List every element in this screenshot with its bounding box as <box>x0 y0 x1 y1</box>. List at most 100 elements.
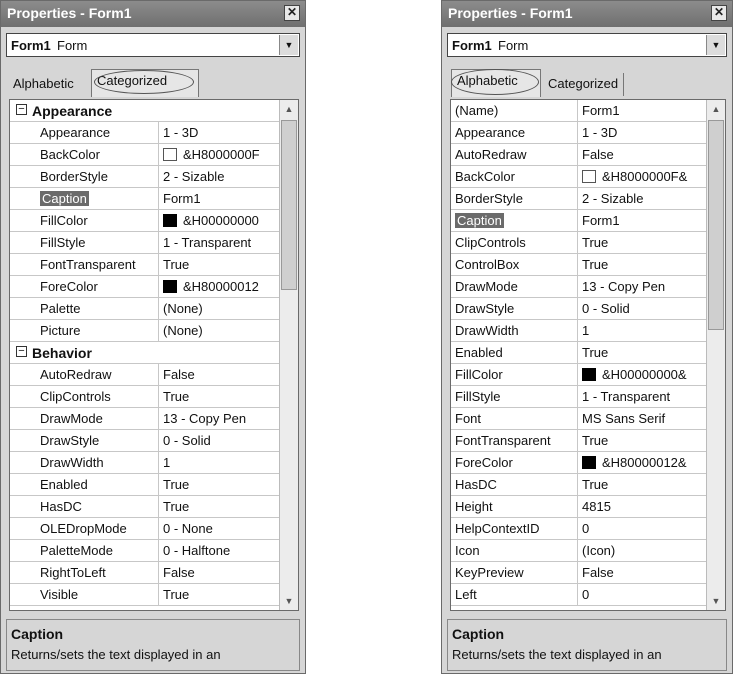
property-row[interactable]: Left 0 <box>451 584 707 606</box>
property-row[interactable]: (Name) Form1 <box>451 100 707 122</box>
property-row[interactable]: Height 4815 <box>451 496 707 518</box>
property-row[interactable]: FillColor &H00000000& <box>451 364 707 386</box>
property-row[interactable]: DrawMode 13 - Copy Pen <box>451 276 707 298</box>
chevron-down-icon[interactable]: ▼ <box>279 35 298 55</box>
scroll-up-icon[interactable]: ▲ <box>280 100 298 118</box>
property-row[interactable]: BorderStyle 2 - Sizable <box>451 188 707 210</box>
property-value[interactable]: Form1 <box>577 210 707 231</box>
scroll-thumb[interactable] <box>708 120 724 330</box>
property-row[interactable]: FillColor &H00000000 <box>10 210 280 232</box>
property-row[interactable]: Icon (Icon) <box>451 540 707 562</box>
property-row[interactable]: HasDC True <box>451 474 707 496</box>
property-value[interactable]: &H00000000 <box>158 210 280 231</box>
property-value[interactable]: 13 - Copy Pen <box>577 276 707 297</box>
property-value[interactable]: 1 <box>577 320 707 341</box>
property-value[interactable]: Form1 <box>158 188 280 209</box>
property-row[interactable]: DrawWidth 1 <box>10 452 280 474</box>
property-row[interactable]: BorderStyle 2 - Sizable <box>10 166 280 188</box>
property-value[interactable]: &H80000012 <box>158 276 280 297</box>
property-value[interactable]: 2 - Sizable <box>158 166 280 187</box>
property-row[interactable]: FillStyle 1 - Transparent <box>10 232 280 254</box>
property-row[interactable]: DrawStyle 0 - Solid <box>10 430 280 452</box>
tab-categorized[interactable]: Categorized <box>543 73 625 96</box>
property-row[interactable]: Appearance 1 - 3D <box>10 122 280 144</box>
property-row[interactable]: Caption Form1 <box>451 210 707 232</box>
category-row[interactable]: − Appearance <box>10 100 280 122</box>
property-value[interactable]: &H00000000& <box>577 364 707 385</box>
property-value[interactable]: 0 - Solid <box>577 298 707 319</box>
property-value[interactable]: (None) <box>158 320 280 341</box>
vertical-scrollbar[interactable]: ▲ ▼ <box>279 100 298 610</box>
property-value[interactable]: &H8000000F <box>158 144 280 165</box>
property-value[interactable]: (Icon) <box>577 540 707 561</box>
property-value[interactable]: True <box>158 496 280 517</box>
property-row[interactable]: DrawStyle 0 - Solid <box>451 298 707 320</box>
property-row[interactable]: Visible True <box>10 584 280 606</box>
property-row[interactable]: AutoRedraw False <box>451 144 707 166</box>
property-value[interactable]: True <box>158 254 280 275</box>
property-value[interactable]: 0 <box>577 584 707 605</box>
property-row[interactable]: OLEDropMode 0 - None <box>10 518 280 540</box>
tab-categorized[interactable]: Categorized <box>91 69 199 97</box>
close-icon[interactable]: ✕ <box>711 5 727 21</box>
property-value[interactable]: True <box>577 342 707 363</box>
property-row[interactable]: Caption Form1 <box>10 188 280 210</box>
property-value[interactable]: True <box>158 584 280 605</box>
property-row[interactable]: DrawMode 13 - Copy Pen <box>10 408 280 430</box>
property-value[interactable]: True <box>158 474 280 495</box>
property-value[interactable]: 0 <box>577 518 707 539</box>
property-value[interactable]: MS Sans Serif <box>577 408 707 429</box>
property-row[interactable]: Enabled True <box>10 474 280 496</box>
object-selector[interactable]: Form1 Form ▼ <box>447 33 727 57</box>
tab-alphabetic[interactable]: Alphabetic <box>8 73 79 96</box>
property-value[interactable]: False <box>577 562 707 583</box>
property-row[interactable]: Enabled True <box>451 342 707 364</box>
property-value[interactable]: 1 - 3D <box>577 122 707 143</box>
property-value[interactable]: Form1 <box>577 100 707 121</box>
property-row[interactable]: ControlBox True <box>451 254 707 276</box>
property-value[interactable]: False <box>158 364 280 385</box>
property-row[interactable]: BackColor &H8000000F <box>10 144 280 166</box>
property-value[interactable]: &H80000012& <box>577 452 707 473</box>
property-value[interactable]: True <box>158 386 280 407</box>
property-row[interactable]: AutoRedraw False <box>10 364 280 386</box>
property-value[interactable]: True <box>577 254 707 275</box>
property-row[interactable]: Palette (None) <box>10 298 280 320</box>
category-row[interactable]: − Behavior <box>10 342 280 364</box>
scroll-down-icon[interactable]: ▼ <box>280 592 298 610</box>
property-row[interactable]: HasDC True <box>10 496 280 518</box>
property-value[interactable]: 1 - Transparent <box>577 386 707 407</box>
property-row[interactable]: FontTransparent True <box>10 254 280 276</box>
property-row[interactable]: FillStyle 1 - Transparent <box>451 386 707 408</box>
collapse-icon[interactable]: − <box>16 104 27 115</box>
tab-alphabetic[interactable]: Alphabetic <box>451 69 541 97</box>
property-row[interactable]: RightToLeft False <box>10 562 280 584</box>
property-value[interactable]: True <box>577 232 707 253</box>
chevron-down-icon[interactable]: ▼ <box>706 35 725 55</box>
property-row[interactable]: BackColor &H8000000F& <box>451 166 707 188</box>
property-row[interactable]: ForeColor &H80000012& <box>451 452 707 474</box>
property-row[interactable]: ClipControls True <box>10 386 280 408</box>
property-value[interactable]: 1 <box>158 452 280 473</box>
scroll-up-icon[interactable]: ▲ <box>707 100 725 118</box>
property-row[interactable]: ForeColor &H80000012 <box>10 276 280 298</box>
property-row[interactable]: DrawWidth 1 <box>451 320 707 342</box>
property-row[interactable]: ClipControls True <box>451 232 707 254</box>
property-row[interactable]: FontTransparent True <box>451 430 707 452</box>
property-value[interactable]: &H8000000F& <box>577 166 707 187</box>
property-row[interactable]: KeyPreview False <box>451 562 707 584</box>
collapse-icon[interactable]: − <box>16 346 27 357</box>
property-row[interactable]: Font MS Sans Serif <box>451 408 707 430</box>
property-value[interactable]: 0 - Solid <box>158 430 280 451</box>
property-value[interactable]: (None) <box>158 298 280 319</box>
property-value[interactable]: True <box>577 474 707 495</box>
property-row[interactable]: HelpContextID 0 <box>451 518 707 540</box>
property-value[interactable]: 13 - Copy Pen <box>158 408 280 429</box>
property-value[interactable]: 2 - Sizable <box>577 188 707 209</box>
vertical-scrollbar[interactable]: ▲ ▼ <box>706 100 725 610</box>
scroll-thumb[interactable] <box>281 120 297 290</box>
scroll-down-icon[interactable]: ▼ <box>707 592 725 610</box>
property-value[interactable]: False <box>158 562 280 583</box>
property-value[interactable]: True <box>577 430 707 451</box>
property-value[interactable]: 0 - None <box>158 518 280 539</box>
